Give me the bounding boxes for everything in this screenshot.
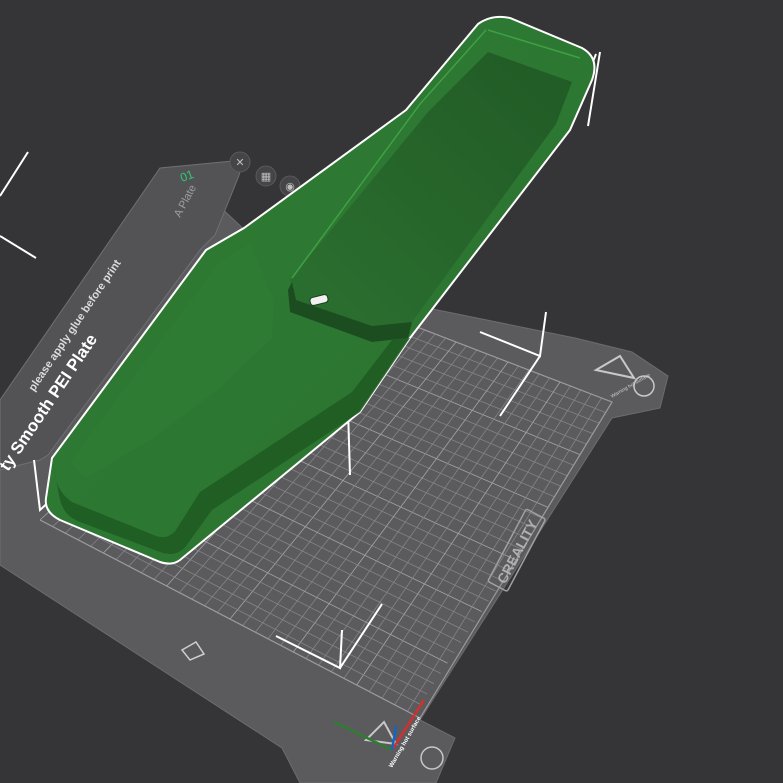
arrange-icon: ▦ xyxy=(261,170,271,183)
close-icon: ✕ xyxy=(235,156,244,169)
arrange-button[interactable]: ▦ xyxy=(255,165,277,187)
plate-controls: ✕▦◉ xyxy=(229,151,301,197)
scene-canvas[interactable]: ty Smooth PEI Plate please apply glue be… xyxy=(0,0,783,783)
3d-viewport[interactable]: ty Smooth PEI Plate please apply glue be… xyxy=(0,0,783,783)
close-button[interactable]: ✕ xyxy=(229,151,251,173)
